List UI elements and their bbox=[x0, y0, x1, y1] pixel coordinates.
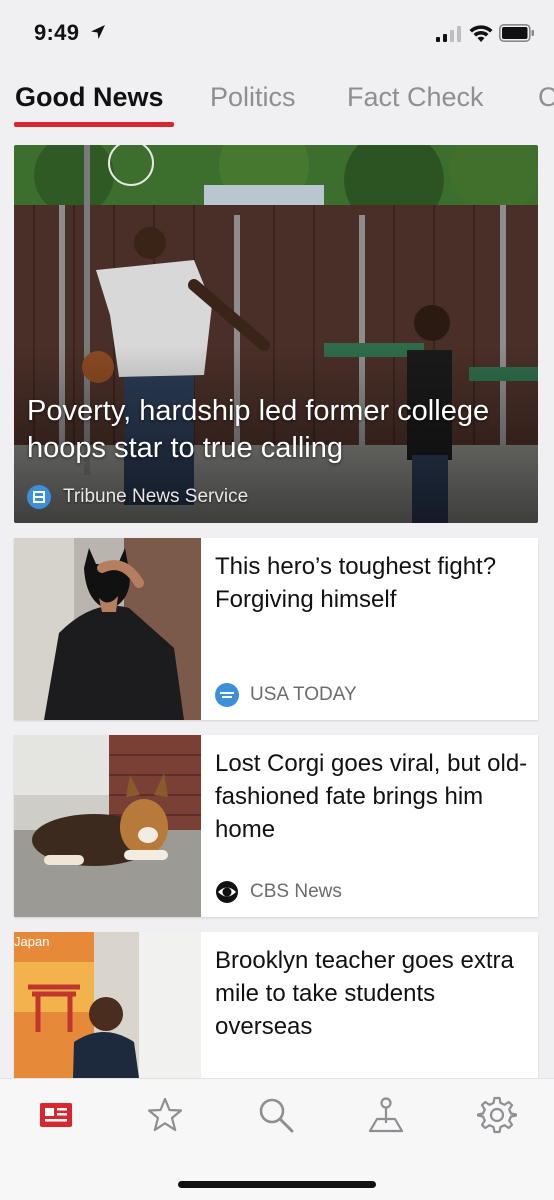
article-source-name: USA TODAY bbox=[250, 684, 357, 705]
tab-fact-check[interactable]: Fact Check bbox=[347, 82, 484, 113]
tab-politics[interactable]: Politics bbox=[210, 82, 296, 113]
japan-poster-text: Japan bbox=[14, 934, 49, 949]
search-icon[interactable] bbox=[256, 1095, 296, 1135]
article-card[interactable]: Lost Corgi goes viral, but old-fashioned… bbox=[14, 735, 538, 917]
local-news-icon[interactable] bbox=[366, 1095, 406, 1135]
cellular-signal-icon bbox=[436, 26, 461, 42]
article-headline[interactable]: This hero’s toughest fight? Forgiving hi… bbox=[215, 550, 529, 616]
wifi-icon bbox=[469, 25, 493, 42]
article-source-name: CBS News bbox=[250, 881, 342, 902]
tab-next-partial[interactable]: C bbox=[538, 82, 554, 113]
article-thumbnail bbox=[14, 538, 201, 720]
article-source: CBS News bbox=[215, 879, 342, 905]
status-bar: 9:49 bbox=[0, 0, 554, 64]
hero-source: Tribune News Service bbox=[27, 483, 248, 511]
active-tab-indicator bbox=[14, 122, 174, 127]
article-card[interactable]: This hero’s toughest fight? Forgiving hi… bbox=[14, 538, 538, 720]
cbs-eye-logo-icon bbox=[215, 880, 239, 904]
article-thumbnail bbox=[14, 735, 201, 917]
article-source: USA TODAY bbox=[215, 682, 357, 708]
star-icon[interactable] bbox=[145, 1095, 185, 1135]
news-icon[interactable] bbox=[36, 1095, 76, 1135]
location-arrow-icon bbox=[91, 25, 105, 39]
article-headline[interactable]: Lost Corgi goes viral, but old-fashioned… bbox=[215, 747, 529, 846]
article-headline[interactable]: Brooklyn teacher goes extra mile to take… bbox=[215, 944, 529, 1043]
tab-good-news[interactable]: Good News bbox=[15, 82, 164, 113]
hero-source-name: Tribune News Service bbox=[63, 486, 249, 507]
usa-today-logo-icon bbox=[215, 683, 239, 707]
category-tabs: Good News Politics Fact Check C bbox=[0, 72, 554, 132]
hero-story-card[interactable]: Poverty, hardship led former college hoo… bbox=[14, 145, 538, 523]
status-time: 9:49 bbox=[34, 20, 80, 45]
battery-icon bbox=[499, 24, 534, 42]
tribune-logo-icon bbox=[27, 485, 51, 509]
home-indicator bbox=[178, 1181, 376, 1188]
hero-headline[interactable]: Poverty, hardship led former college hoo… bbox=[27, 393, 532, 467]
gear-icon[interactable] bbox=[477, 1095, 517, 1135]
